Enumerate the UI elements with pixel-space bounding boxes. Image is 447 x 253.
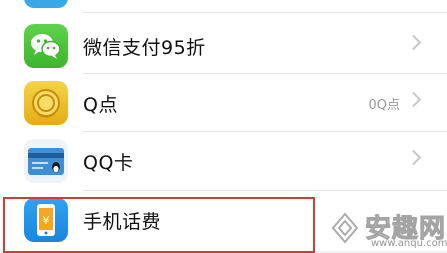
payment-options-list: 微信支付95折 Q点 0Q点 QQ卡 ¥ 手机话费 安趣网 www.anqu.c… [0, 0, 447, 253]
list-item-wechat-pay[interactable]: 微信支付95折 [0, 16, 447, 76]
watermark-url: www.anqu.com [371, 238, 447, 249]
chevron-right-icon [405, 149, 422, 166]
q-points-balance: 0Q点 [368, 98, 400, 113]
list-item-label: 微信支付95折 [83, 37, 206, 59]
list-item-qq-card[interactable]: QQ卡 [0, 131, 447, 191]
chevron-right-icon [405, 34, 422, 51]
highlight-box [3, 197, 315, 253]
divider [83, 12, 447, 13]
qpoint-coin-icon [24, 81, 68, 125]
list-item-label: Q点 [83, 94, 118, 116]
chevron-right-icon [405, 91, 422, 108]
list-item-label: QQ卡 [83, 152, 134, 174]
qq-card-icon [24, 139, 68, 183]
list-item-q-points[interactable]: Q点 0Q点 [0, 73, 447, 133]
watermark-logo: 安趣网 www.anqu.com [325, 208, 447, 250]
list-item-partial[interactable] [0, 0, 447, 8]
wechat-icon [24, 24, 68, 68]
app-icon [24, 0, 68, 8]
